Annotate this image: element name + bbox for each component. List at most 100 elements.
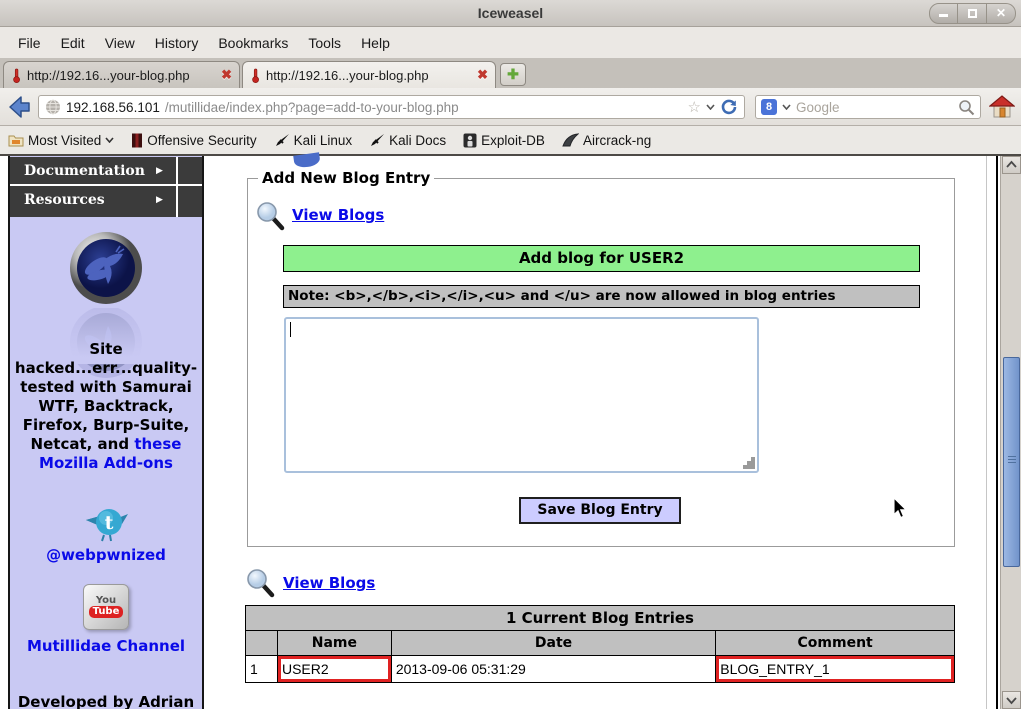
reload-icon[interactable]: [720, 98, 738, 116]
page-border-line: [996, 156, 998, 709]
tab-1[interactable]: http://192.16...your-blog.php ✖: [3, 61, 240, 88]
bookmark-kali-docs[interactable]: Kali Docs: [369, 133, 446, 148]
content-edge-line: [986, 156, 987, 709]
twitter-icon[interactable]: t: [10, 504, 202, 548]
svg-text:t: t: [105, 512, 114, 534]
menu-view[interactable]: View: [95, 28, 145, 58]
offensive-security-icon: [131, 133, 143, 148]
thermometer-favicon: [250, 68, 261, 83]
blog-entries-table: 1 Current Blog Entries Name Date Comment…: [245, 605, 955, 683]
bookmark-aircrack-ng[interactable]: Aircrack-ng: [562, 133, 651, 148]
menu-history[interactable]: History: [145, 28, 209, 58]
tab-2[interactable]: http://192.16...your-blog.php ✖: [242, 61, 496, 88]
tab-title: http://192.16...your-blog.php: [266, 68, 472, 83]
scroll-down-button[interactable]: [1002, 691, 1021, 709]
search-input[interactable]: Google: [796, 100, 840, 115]
bookmark-star-icon[interactable]: ☆: [688, 98, 701, 116]
save-blog-entry-button[interactable]: Save Blog Entry: [519, 497, 681, 524]
url-path: /mutillidae/index.php?page=add-to-your-b…: [165, 100, 459, 115]
home-icon[interactable]: [989, 94, 1015, 119]
close-icon: ✕: [996, 6, 1006, 20]
bookmark-exploit-db[interactable]: Exploit-DB: [463, 133, 545, 148]
thermometer-favicon: [11, 68, 22, 83]
header-name: Name: [277, 631, 391, 656]
minimize-icon: [939, 14, 948, 17]
tab-bar: http://192.16...your-blog.php ✖ http://1…: [0, 58, 1021, 88]
globe-icon: [45, 99, 61, 115]
scroll-up-button[interactable]: [1002, 156, 1021, 174]
tab-close-icon[interactable]: ✖: [221, 67, 232, 83]
new-tab-button[interactable]: ✚: [500, 63, 526, 86]
sidebar-item-documentation[interactable]: Documentation ▶: [10, 157, 202, 186]
blog-note: Note: <b>,</b>,<i>,</i>,<u> and </u> are…: [283, 285, 920, 308]
kali-dagger-icon: [369, 133, 385, 147]
tab-title: http://192.16...your-blog.php: [27, 68, 216, 83]
bookmark-offensive-security[interactable]: Offensive Security: [131, 133, 256, 148]
row-name-highlighted: USER2: [277, 656, 391, 683]
google-engine-icon[interactable]: 8: [761, 99, 777, 115]
row-comment-highlighted: BLOG_ENTRY_1: [716, 656, 955, 683]
text-caret: [290, 322, 291, 337]
close-button[interactable]: ✕: [987, 3, 1016, 24]
row-index: 1: [246, 656, 278, 683]
scrollbar-thumb[interactable]: [1003, 357, 1020, 567]
search-icon[interactable]: [958, 99, 975, 116]
table-row: 1 USER2 2013-09-06 05:31:29 BLOG_ENTRY_1: [246, 656, 955, 683]
engine-dropdown-icon[interactable]: [782, 104, 791, 110]
minimize-button[interactable]: [929, 3, 958, 24]
url-dropdown-icon[interactable]: [706, 104, 715, 110]
plus-icon: ✚: [507, 66, 519, 82]
vertical-scrollbar[interactable]: [1000, 156, 1021, 709]
header-date: Date: [391, 631, 715, 656]
twitter-handle-link[interactable]: @webpwnized: [10, 546, 202, 564]
exploit-db-icon: [463, 133, 477, 148]
bookmark-kali-linux[interactable]: Kali Linux: [274, 133, 353, 148]
kali-dagger-icon: [274, 133, 290, 147]
menu-tools[interactable]: Tools: [298, 28, 351, 58]
submenu-arrow-icon: ▶: [156, 186, 163, 215]
menu-divider: [176, 157, 178, 217]
menu-edit[interactable]: Edit: [51, 28, 95, 58]
sidebar-item-resources[interactable]: Resources ▶: [10, 186, 202, 215]
header-blank: [246, 631, 278, 656]
view-blogs-link-bottom[interactable]: View Blogs: [283, 574, 375, 592]
maximize-button[interactable]: [958, 3, 987, 24]
menu-bar: File Edit View History Bookmarks Tools H…: [0, 27, 1021, 58]
view-blogs-link-top[interactable]: View Blogs: [292, 206, 384, 224]
mouse-cursor: [893, 497, 909, 519]
bookmark-most-visited[interactable]: Most Visited: [8, 133, 114, 148]
search-bar[interactable]: 8 Google: [755, 95, 981, 119]
chevron-down-icon: [105, 137, 114, 143]
window-title: Iceweasel: [0, 0, 1021, 26]
owasp-logo[interactable]: [68, 230, 144, 306]
url-host: 192.168.56.101: [66, 100, 160, 115]
sidebar-menu: Documentation ▶ Resources ▶: [10, 157, 202, 217]
maximize-icon: [968, 9, 977, 18]
table-title: 1 Current Blog Entries: [246, 606, 955, 631]
tab-close-icon[interactable]: ✖: [477, 67, 488, 83]
menu-file[interactable]: File: [8, 28, 51, 58]
bookmarks-toolbar: Most Visited Offensive Security Kali Lin…: [0, 126, 1021, 156]
menu-bookmarks[interactable]: Bookmarks: [208, 28, 298, 58]
youtube-icon[interactable]: You Tube: [83, 584, 129, 630]
url-bar[interactable]: 192.168.56.101/mutillidae/index.php?page…: [38, 95, 745, 119]
blog-entry-textarea[interactable]: [284, 317, 759, 473]
window-controls: ✕: [929, 3, 1016, 24]
submenu-arrow-icon: ▶: [156, 157, 163, 186]
magnifier-icon: [246, 568, 276, 598]
back-button[interactable]: [5, 93, 33, 121]
header-comment: Comment: [716, 631, 955, 656]
page-content: Documentation ▶ Resources ▶: [0, 156, 1021, 709]
aircrack-wing-icon: [562, 133, 579, 147]
add-blog-header: Add blog for USER2: [283, 245, 920, 272]
magnifier-icon: [256, 201, 286, 231]
menu-help[interactable]: Help: [351, 28, 400, 58]
row-date: 2013-09-06 05:31:29: [391, 656, 715, 683]
table-header-row: Name Date Comment: [246, 631, 955, 656]
folder-icon: [8, 134, 24, 147]
fieldset-legend: Add New Blog Entry: [258, 169, 434, 187]
sidebar-tagline: Site hacked...err...quality-tested with …: [14, 340, 198, 473]
resize-grip[interactable]: [747, 461, 751, 465]
youtube-channel-link[interactable]: Mutillidae Channel: [10, 637, 202, 656]
cutoff-icon: [293, 152, 321, 168]
